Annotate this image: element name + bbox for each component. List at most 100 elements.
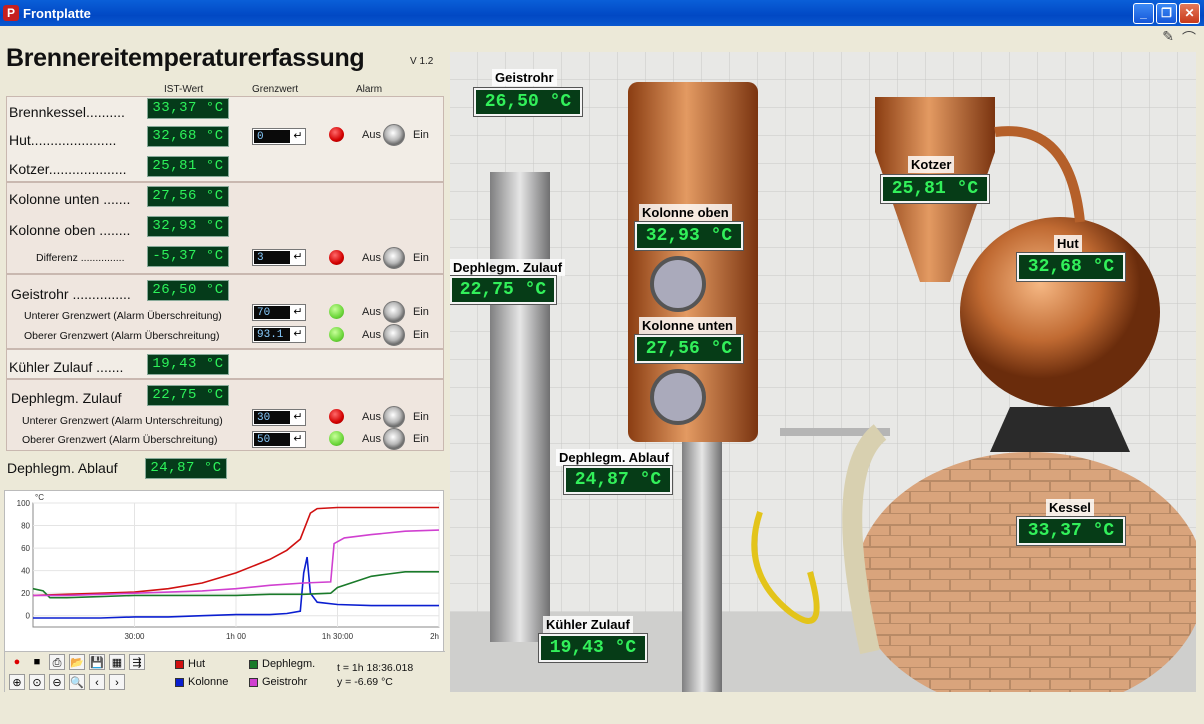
- print-icon[interactable]: ⎙: [49, 654, 65, 670]
- value-differenz: -5,37 °C: [147, 246, 229, 267]
- value-dephl-ablauf: 24,87 °C: [145, 458, 227, 479]
- y-tick-label: 40: [21, 567, 30, 576]
- label-geist-unterer: Unterer Grenzwert (Alarm Überschreitung): [24, 310, 222, 322]
- ist-column-header: IST-Wert: [164, 84, 204, 95]
- label-dephl-ablauf: Dephlegm. Ablauf: [7, 460, 118, 476]
- limit-input-hut[interactable]: 0 ↵: [252, 128, 306, 145]
- version-label: V 1.2: [410, 56, 434, 67]
- switch-off-label: Aus: [362, 411, 381, 423]
- x-tick-label: 2h: [430, 632, 439, 641]
- window-titlebar: P Frontplatte _ ❐ ✕: [0, 0, 1204, 26]
- value-kuehler: 19,43 °C: [147, 354, 229, 375]
- limit-input-dephl-unterer[interactable]: 30 ↵: [252, 409, 306, 426]
- value-geistrohr: 26,50 °C: [147, 280, 229, 301]
- limit-input-differenz[interactable]: 3 ↵: [252, 249, 306, 266]
- switch-off-label: Aus: [362, 433, 381, 445]
- alarm-column-header: Alarm: [356, 84, 383, 95]
- record-icon[interactable]: ●: [9, 654, 25, 670]
- label-hut: Hut......................: [9, 132, 117, 148]
- open-folder-icon[interactable]: 📂: [69, 654, 85, 670]
- zoom-fit-icon[interactable]: ⊕: [9, 674, 25, 690]
- switch-off-label: Aus: [362, 306, 381, 318]
- switch-off-label: Aus: [362, 129, 381, 141]
- measurement-panel: Brennereitemperaturerfassung V 1.2 IST-W…: [4, 44, 444, 488]
- legend-swatch: [175, 677, 184, 687]
- distillery-illustration: [450, 52, 1196, 692]
- legend-item-hut: Hut: [175, 658, 205, 670]
- limit-value-hut: 0: [254, 130, 290, 143]
- legend-swatch: [249, 677, 258, 687]
- switch-on-label: Ein: [412, 252, 429, 264]
- toggle-knob-icon[interactable]: [382, 247, 405, 269]
- grenzwert-column-header: Grenzwert: [252, 84, 299, 95]
- value-brennkessel: 33,37 °C: [147, 98, 229, 119]
- alarm-switch-geist-oberer[interactable]: Aus Ein: [362, 324, 429, 346]
- zoom-out-icon[interactable]: ⊖: [49, 674, 65, 690]
- toggle-knob-icon[interactable]: [382, 406, 405, 428]
- alarm-switch-hut[interactable]: Aus Ein: [362, 124, 429, 146]
- alarm-led-geist-oberer: [329, 327, 344, 342]
- save-icon[interactable]: 💾: [89, 654, 105, 670]
- alarm-switch-differenz[interactable]: Aus Ein: [362, 247, 429, 269]
- alarm-led-dephl-oberer: [329, 431, 344, 446]
- label-dephl-oberer: Oberer Grenzwert (Alarm Überschreitung): [22, 434, 218, 446]
- alarm-led-geist-unterer: [329, 304, 344, 319]
- photo-value-kuehler: 19,43 °C: [538, 633, 648, 663]
- toggle-knob-icon[interactable]: [382, 124, 405, 146]
- label-brennkessel: Brennkessel..........: [9, 104, 125, 120]
- photo-value-dephl-zulauf: 22,75 °C: [450, 275, 557, 305]
- limit-input-geist-oberer[interactable]: 93.1 ↵: [252, 326, 306, 343]
- enter-icon: ↵: [293, 411, 303, 423]
- limit-value-dephl-unterer: 30: [254, 411, 290, 424]
- value-dephl-zulauf: 22,75 °C: [147, 385, 229, 406]
- alarm-led-dephl-unterer: [329, 409, 344, 424]
- alarm-switch-dephl-oberer[interactable]: Aus Ein: [362, 428, 429, 450]
- scroll-left-icon[interactable]: ‹: [89, 674, 105, 690]
- alarm-led-hut: [329, 127, 344, 142]
- maximize-button[interactable]: ❐: [1156, 3, 1177, 24]
- value-kolonne-unten: 27,56 °C: [147, 186, 229, 207]
- photo-value-kotzer: 25,81 °C: [880, 174, 990, 204]
- chart-plot[interactable]: 100 80 60 40 20 0 30:00 1h 00 1h 30:00 2h °C: [5, 491, 443, 649]
- alarm-switch-geist-unterer[interactable]: Aus Ein: [362, 301, 429, 323]
- minimize-button[interactable]: _: [1133, 3, 1154, 24]
- alarm-switch-dephl-unterer[interactable]: Aus Ein: [362, 406, 429, 428]
- legend-label: Kolonne: [188, 676, 229, 688]
- alarm-led-differenz: [329, 250, 344, 265]
- probe-icon[interactable]: ✎: [1162, 28, 1174, 48]
- close-button[interactable]: ✕: [1179, 3, 1200, 24]
- limit-input-dephl-oberer[interactable]: 50 ↵: [252, 431, 306, 448]
- label-geist-oberer: Oberer Grenzwert (Alarm Überschreitung): [24, 330, 220, 342]
- grid-icon[interactable]: ▦: [109, 654, 125, 670]
- photo-label-dephl-zulauf: Dephlegm. Zulauf: [450, 259, 566, 276]
- scroll-right-icon[interactable]: ›: [109, 674, 125, 690]
- highlight-icon[interactable]: ⌒: [1182, 28, 1196, 48]
- limit-value-dephl-oberer: 50: [254, 433, 290, 446]
- toggle-knob-icon[interactable]: [382, 428, 405, 450]
- label-geistrohr: Geistrohr ...............: [11, 286, 131, 302]
- toggle-knob-icon[interactable]: [382, 301, 405, 323]
- app-logo-icon: P: [3, 5, 19, 21]
- label-differenz: Differenz ...............: [36, 252, 125, 264]
- zoom-icon[interactable]: 🔍: [69, 674, 85, 690]
- switch-off-label: Aus: [362, 252, 381, 264]
- legend-swatch: [175, 659, 184, 669]
- enter-icon: ↵: [293, 251, 303, 263]
- temperature-chart[interactable]: 100 80 60 40 20 0 30:00 1h 00 1h 30:00 2h °C ● ■ ⎙…: [4, 490, 445, 693]
- zoom-in-icon[interactable]: ⊙: [29, 674, 45, 690]
- toggle-knob-icon[interactable]: [382, 324, 405, 346]
- window-title: Frontplatte: [23, 5, 91, 21]
- legend-label: Dephlegm.: [262, 658, 316, 670]
- value-kolonne-oben: 32,93 °C: [147, 216, 229, 237]
- legend-swatch: [249, 659, 258, 669]
- x-tick-label: 30:00: [124, 632, 145, 641]
- label-dephl-zulauf: Dephlegm. Zulauf: [11, 390, 122, 406]
- enter-icon: ↵: [293, 328, 303, 340]
- label-kotzer: Kotzer....................: [9, 161, 127, 177]
- export-icon[interactable]: ⇶: [129, 654, 145, 670]
- photo-label-kessel: Kessel: [1046, 499, 1094, 516]
- limit-input-geist-unterer[interactable]: 70 ↵: [252, 304, 306, 321]
- label-kuehler: Kühler Zulauf .......: [9, 359, 124, 375]
- photo-label-dephl-ablauf: Dephlegm. Ablauf: [556, 449, 673, 466]
- stop-icon[interactable]: ■: [29, 654, 45, 670]
